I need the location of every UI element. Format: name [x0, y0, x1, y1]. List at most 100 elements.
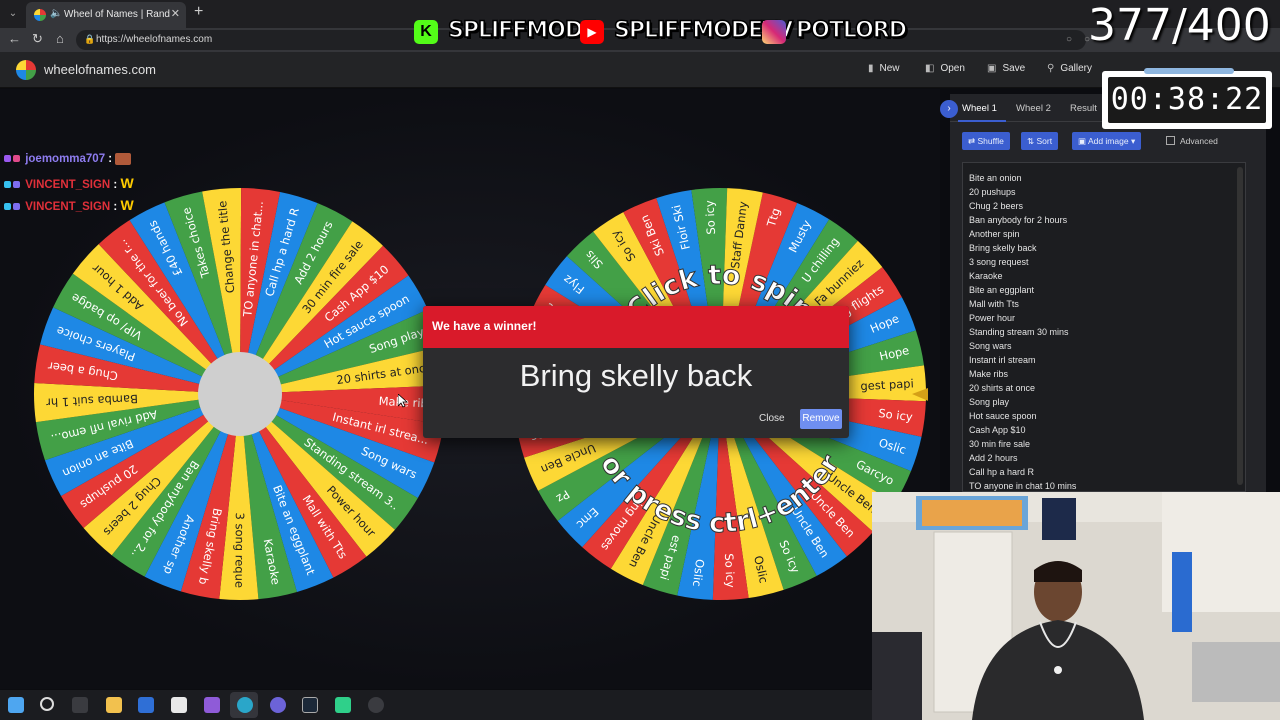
chat-overlay: joemomma707 : VINCENT_SIGN : W VINCENT_S… — [4, 153, 134, 219]
shuffle-icon: ⇄ — [968, 136, 976, 146]
wheel-hub[interactable] — [198, 352, 282, 436]
obs-icon[interactable] — [368, 697, 384, 713]
entry-line: Song play — [969, 397, 1010, 407]
stream-timer: 00:38:22 — [1102, 68, 1272, 129]
entries-panel: › Wheel 1 Wheel 2 Result ⇄ Shuffle ⇅ Sor… — [940, 94, 1266, 492]
social-handle: POTLORD — [795, 17, 907, 44]
windows-start-icon[interactable] — [8, 697, 24, 713]
app-icon[interactable] — [335, 697, 351, 713]
badge-icon — [4, 181, 11, 188]
tab-result[interactable]: Result — [1070, 103, 1097, 114]
mcdonalds-emote-icon: W — [120, 175, 134, 191]
remove-button[interactable]: Remove — [800, 409, 842, 429]
close-tab-icon[interactable]: ✕ — [171, 7, 180, 20]
entry-line: Make ribs — [969, 369, 1009, 379]
entry-line: Power hour — [969, 313, 1016, 323]
file-explorer-icon[interactable] — [106, 697, 122, 713]
entry-line: Standing stream 30 mins — [969, 327, 1069, 337]
winner-text: Bring skelly back — [519, 358, 753, 393]
tab-wheel-2[interactable]: Wheel 2 — [1016, 103, 1051, 114]
tab-wheel-1[interactable]: Wheel 1 — [962, 103, 997, 114]
browser-tab[interactable]: 🔈 Wheel of Names | Random na ✕ — [26, 2, 186, 28]
edge-browser-icon[interactable] — [237, 697, 253, 713]
site-header: wheelofnames.com ▮ New ◧ Open ▣ Save ⚲ Galle… — [0, 52, 1280, 88]
entries-scrollbar[interactable] — [1237, 167, 1243, 485]
wheel-favicon-icon — [34, 9, 46, 21]
cursor-icon — [398, 394, 408, 408]
entry-line: Hot sauce spoon — [969, 411, 1037, 421]
back-icon[interactable]: ← — [8, 31, 21, 46]
entry-line: Cash App $10 — [969, 425, 1026, 435]
instagram-icon — [762, 20, 786, 44]
image-icon: ▣ — [1078, 136, 1087, 146]
entries-textarea[interactable]: Bite an onion 20 pushups Chug 2 beers Ban a… — [962, 162, 1246, 492]
mcdonalds-emote-icon: W — [120, 197, 134, 213]
home-icon[interactable]: ⌂ — [56, 31, 64, 46]
speaker-icon[interactable]: 🔈 — [50, 8, 62, 19]
emote-icon — [115, 153, 132, 165]
tab-list-dropdown-icon[interactable]: ⌄ — [4, 5, 22, 23]
search-icon: ⚲ — [1047, 63, 1055, 74]
steam-icon[interactable] — [302, 697, 318, 713]
chat-message: VINCENT_SIGN : W — [4, 175, 134, 197]
timer-text: 00:38:22 — [1108, 77, 1266, 123]
wheel-segment-label: gest papi — [860, 376, 914, 393]
entry-line: 20 shirts at once — [969, 383, 1036, 393]
outlook-icon[interactable] — [138, 697, 154, 713]
timer-progress-bar — [1144, 68, 1234, 74]
badge-icon — [13, 155, 20, 163]
site-name[interactable]: wheelofnames.com — [44, 62, 156, 77]
winner-dialog: We have a winner! Bring skelly back Clos… — [423, 306, 849, 438]
entry-line: 30 min fire sale — [969, 439, 1031, 449]
entry-line: Ban anybody for 2 hours — [969, 215, 1068, 225]
chat-message: VINCENT_SIGN : W — [4, 197, 134, 219]
save-button[interactable]: ▣ Save — [987, 63, 1025, 74]
folder-icon: ◧ — [925, 63, 935, 74]
badge-icon — [13, 181, 20, 188]
chat-username: VINCENT_SIGN — [25, 201, 111, 213]
entry-line: Song wars — [969, 341, 1012, 351]
active-tab-indicator — [958, 120, 1006, 122]
open-button[interactable]: ◧ Open — [925, 63, 965, 74]
entry-line: Add 2 hours — [969, 453, 1018, 463]
entry-line: Chug 2 beers — [969, 201, 1024, 211]
close-button[interactable]: Close — [753, 409, 791, 428]
social-handle: SPLIFFMODE — [447, 17, 598, 44]
task-view-icon[interactable] — [72, 697, 88, 713]
entry-line: TO anyone in chat 10 mins — [969, 481, 1077, 491]
reload-icon[interactable]: ↻ — [32, 31, 43, 47]
sort-button[interactable]: ⇅ Sort — [1021, 132, 1059, 150]
left-wheel[interactable]: Instant irl strea...Song warsStanding st… — [32, 186, 448, 602]
windows-taskbar — [0, 690, 872, 720]
chevron-right-icon[interactable]: › — [940, 100, 958, 118]
url-text: https://wheelofnames.com — [96, 34, 213, 45]
add-image-button[interactable]: ▣ Add image ▾ — [1072, 132, 1142, 150]
checkbox-icon — [1166, 136, 1175, 145]
chat-message: joemomma707 : — [4, 153, 134, 175]
entry-line: Karaoke — [969, 271, 1003, 281]
search-icon[interactable] — [40, 697, 54, 711]
sort-icon: ⇅ — [1027, 136, 1035, 146]
gallery-button[interactable]: ⚲ Gallery — [1047, 63, 1092, 74]
entry-line: Bite an eggplant — [969, 285, 1035, 295]
save-icon: ▣ — [987, 63, 997, 74]
lock-icon: 🔒 — [84, 34, 96, 44]
entry-line: Instant irl stream — [969, 355, 1036, 365]
new-tab-icon[interactable]: + — [194, 3, 203, 21]
advanced-checkbox[interactable]: Advanced — [1166, 136, 1218, 146]
store-icon[interactable] — [171, 697, 187, 713]
wheel-logo-icon — [16, 60, 36, 80]
new-button[interactable]: ▮ New — [868, 63, 900, 74]
chat-username: joemomma707 — [25, 153, 106, 166]
wheel-segment-label: 3 song reque — [232, 512, 246, 588]
entry-line: Bring skelly back — [969, 243, 1037, 253]
discord-icon[interactable] — [270, 697, 286, 713]
app-icon[interactable] — [204, 697, 220, 713]
badge-icon — [13, 203, 20, 210]
shuffle-button[interactable]: ⇄ Shuffle — [962, 132, 1010, 150]
entry-line: Mall with Tts — [969, 299, 1019, 309]
dialog-heading: We have a winner! — [423, 306, 849, 348]
kick-icon: K — [414, 20, 438, 44]
entry-line: 3 song request — [969, 257, 1029, 267]
spin-counter: 377/400 — [1088, 0, 1271, 51]
